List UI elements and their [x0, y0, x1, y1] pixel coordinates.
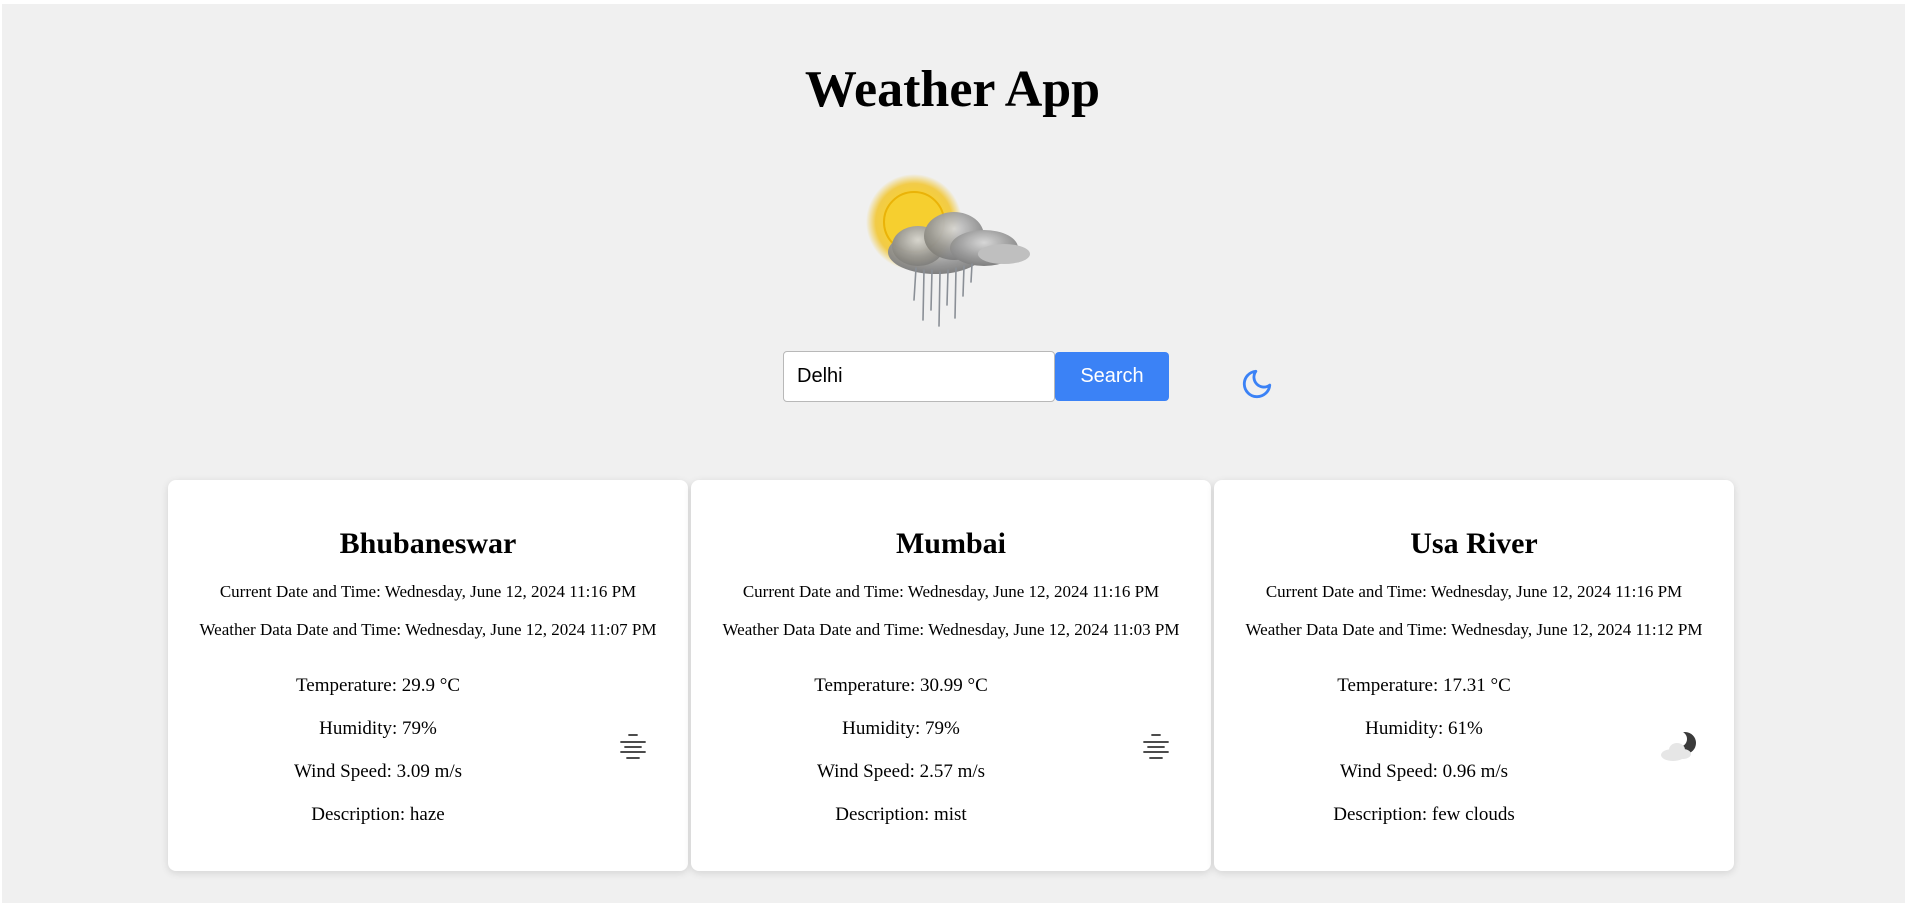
wind-speed: Wind Speed: 2.57 m/s: [816, 761, 986, 782]
weather-data-date-time: Weather Data Date and Time: Wednesday, J…: [722, 620, 1180, 639]
current-date-time: Current Date and Time: Wednesday, June 1…: [219, 582, 637, 601]
night-few-clouds-icon: [1661, 731, 1696, 761]
humidity: Humidity: 61%: [1365, 718, 1483, 739]
moon-icon[interactable]: [1240, 367, 1274, 401]
description: Description: few clouds: [1333, 804, 1515, 825]
city-name: Bhubaneswar: [339, 527, 517, 560]
weather-card-mumbai: Mumbai Current Date and Time: Wednesday,…: [691, 480, 1211, 871]
description: Description: mist: [835, 804, 967, 825]
weather-data-date-time: Weather Data Date and Time: Wednesday, J…: [1245, 620, 1703, 639]
humidity: Humidity: 79%: [319, 718, 437, 739]
search-button[interactable]: Search: [1055, 352, 1169, 401]
temperature: Temperature: 30.99 °C: [814, 675, 988, 696]
weather-data-date-time: Weather Data Date and Time: Wednesday, J…: [199, 620, 657, 639]
humidity: Humidity: 79%: [842, 718, 960, 739]
wind-speed: Wind Speed: 0.96 m/s: [1339, 761, 1509, 782]
current-date-time: Current Date and Time: Wednesday, June 1…: [1265, 582, 1683, 601]
description: Description: haze: [311, 804, 445, 825]
temperature: Temperature: 17.31 °C: [1337, 675, 1511, 696]
sun-cloud-rain-icon: [866, 174, 1030, 327]
weather-card-bhubaneswar: Bhubaneswar Current Date and Time: Wedne…: [168, 480, 688, 871]
weather-card-usa-river: Usa River Current Date and Time: Wednesd…: [1214, 480, 1734, 871]
temperature: Temperature: 29.9 °C: [295, 675, 461, 696]
city-name: Usa River: [1410, 527, 1538, 560]
city-name: Mumbai: [895, 527, 1006, 560]
page-title: Weather App: [804, 61, 1101, 118]
current-date-time: Current Date and Time: Wednesday, June 1…: [742, 582, 1160, 601]
wind-speed: Wind Speed: 3.09 m/s: [293, 761, 463, 782]
search-input[interactable]: [783, 351, 1055, 402]
